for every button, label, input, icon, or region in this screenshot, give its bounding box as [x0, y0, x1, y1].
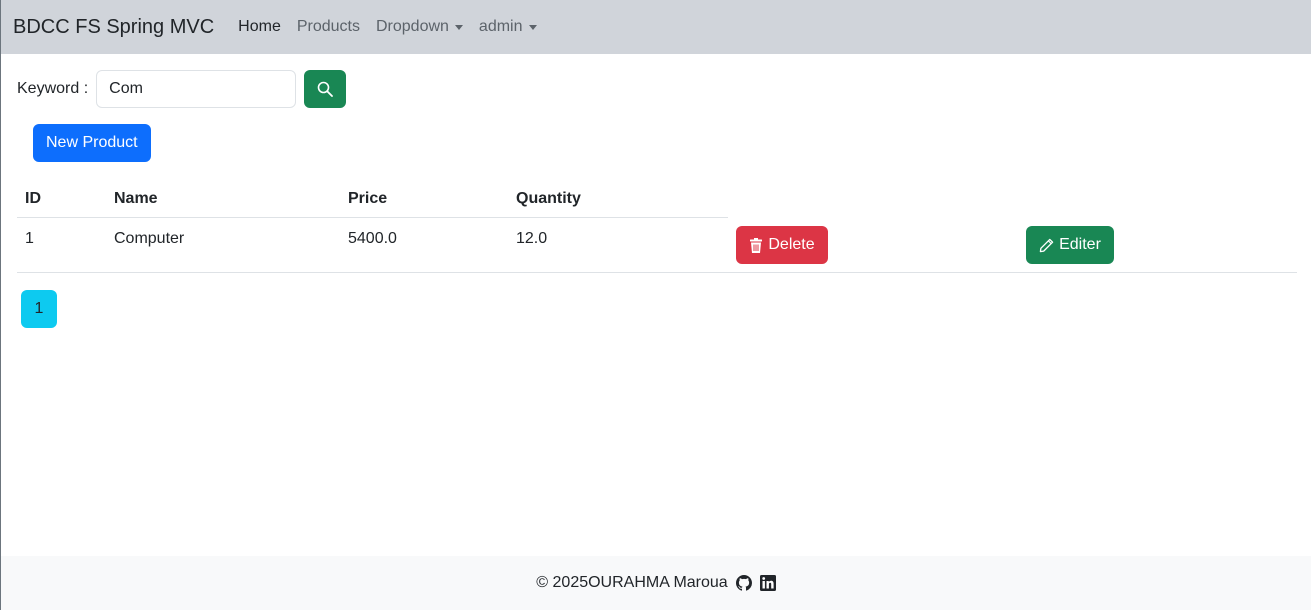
search-input[interactable] — [96, 70, 297, 108]
column-header-id: ID — [25, 189, 41, 207]
column-header-price: Price — [348, 189, 388, 207]
delete-button[interactable]: Delete — [736, 226, 828, 264]
table-row: 1 Computer 5400.0 12.0 Delete Editer — [17, 218, 1297, 273]
nav-dropdown-label: Dropdown — [375, 18, 449, 35]
nav-link-home-label: Home — [238, 18, 281, 35]
footer-copyright: © 2025OURAHMA Maroua — [536, 574, 728, 591]
edit-button[interactable]: Editer — [1026, 226, 1114, 264]
edit-label: Editer — [1059, 236, 1101, 253]
nav-link-products-label: Products — [296, 18, 360, 35]
column-header-quantity: Quantity — [516, 189, 581, 207]
search-button[interactable] — [304, 70, 347, 108]
pencil-icon — [1039, 238, 1054, 252]
cell-quantity: 12.0 — [516, 230, 548, 247]
keyword-label: Keyword : — [17, 80, 89, 97]
nav-dropdown[interactable]: Dropdown — [376, 18, 463, 36]
linkedin-icon[interactable] — [759, 575, 776, 591]
navbar: BDCC FS Spring MVC Home Products Dropdow… — [1, 0, 1311, 54]
search-form: Keyword : — [17, 70, 347, 108]
nav-link-home[interactable]: Home — [238, 18, 281, 36]
footer: © 2025OURAHMA Maroua — [1, 556, 1311, 610]
chevron-down-icon — [528, 24, 537, 30]
cell-id: 1 — [25, 230, 34, 247]
new-product-button[interactable]: New Product — [33, 124, 151, 162]
trash-icon — [750, 237, 763, 253]
nav-admin-dropdown[interactable]: admin — [479, 18, 537, 36]
chevron-down-icon — [454, 24, 463, 30]
cell-name: Computer — [114, 230, 185, 247]
nav-link-products[interactable]: Products — [297, 18, 360, 36]
pagination-page-1[interactable]: 1 — [21, 290, 57, 328]
github-icon[interactable] — [735, 575, 752, 591]
navbar-brand[interactable]: BDCC FS Spring MVC — [13, 16, 214, 39]
cell-price: 5400.0 — [348, 230, 397, 247]
delete-label: Delete — [768, 236, 815, 253]
search-icon — [317, 81, 334, 97]
table-header: ID Name Price Quantity — [17, 180, 728, 218]
nav-admin-label: admin — [478, 18, 523, 35]
column-header-name: Name — [114, 189, 158, 207]
products-table: ID Name Price Quantity 1 Computer 5400.0… — [17, 180, 1297, 273]
